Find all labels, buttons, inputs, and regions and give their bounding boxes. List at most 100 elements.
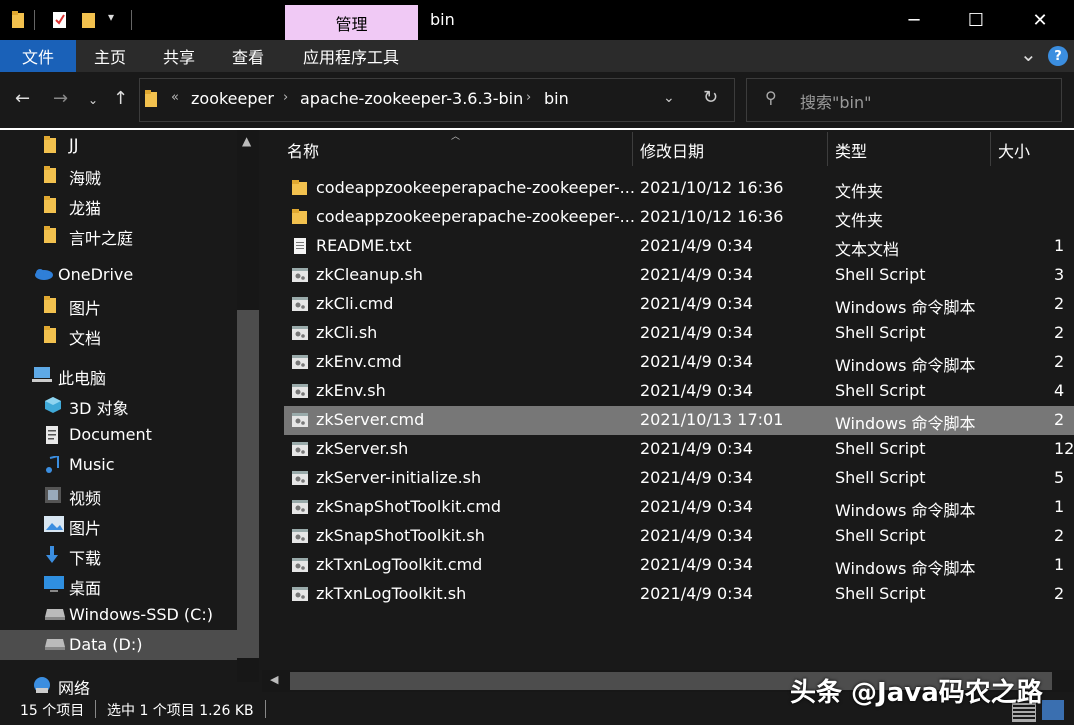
table-row[interactable]: zkCli.sh 2021/4/9 0:34 Shell Script 2 (284, 319, 1074, 348)
sidebar-item-label: Data (D:) (69, 635, 143, 654)
recent-locations-chevron-icon[interactable]: ⌄ (88, 93, 98, 107)
sidebar-item[interactable]: JJ (0, 130, 237, 160)
tab-view[interactable]: 查看 (232, 40, 264, 72)
column-header-type[interactable]: 类型 (835, 138, 867, 162)
table-row[interactable]: zkSnapShotToolkit.cmd 2021/4/9 0:34 Window… (284, 493, 1074, 522)
maximize-button[interactable]: ☐ (946, 0, 1006, 40)
address-dropdown-icon[interactable]: ⌄ (663, 90, 675, 106)
file-name: zkTxnLogToolkit.cmd (316, 555, 483, 574)
properties-icon[interactable] (53, 11, 67, 29)
file-name: zkTxnLogToolkit.sh (316, 584, 467, 603)
sidebar-item-label: 图片 (69, 519, 102, 538)
sidebar-item[interactable]: 此电脑 (0, 360, 237, 390)
sidebar-item[interactable]: OneDrive (0, 260, 237, 290)
forward-arrow-icon[interactable]: → (53, 88, 68, 109)
ribbon-tab-bar (0, 40, 1074, 72)
file-name: zkEnv.sh (316, 381, 386, 400)
sidebar-item[interactable]: 海贼 (0, 160, 237, 190)
folder-icon (44, 136, 62, 153)
sidebar-item-label: 文档 (69, 329, 102, 348)
sidebar-item[interactable]: Data (D:) (0, 630, 237, 660)
table-row[interactable]: zkTxnLogToolkit.cmd 2021/4/9 0:34 Windows … (284, 551, 1074, 580)
folder-icon (44, 326, 62, 343)
sidebar-item[interactable]: 龙猫 (0, 190, 237, 220)
sidebar-item[interactable]: 3D 对象 (0, 390, 237, 420)
tab-share[interactable]: 共享 (163, 40, 195, 72)
column-header-date[interactable]: 修改日期 (640, 138, 704, 162)
table-row[interactable]: zkSnapShotToolkit.sh 2021/4/9 0:34 Shell S… (284, 522, 1074, 551)
new-folder-icon[interactable] (82, 11, 96, 29)
file-size: 4 (1054, 381, 1065, 400)
file-type: Shell Script (835, 526, 926, 545)
refresh-icon[interactable]: ↻ (703, 87, 718, 108)
column-separator[interactable] (990, 132, 991, 166)
table-row[interactable]: zkEnv.sh 2021/4/9 0:34 Shell Script 4 (284, 377, 1074, 406)
breadcrumb-chevron-icon[interactable]: › (526, 90, 531, 105)
search-placeholder: 搜索"bin" (800, 93, 872, 112)
file-type: Windows 命令脚本 (835, 559, 976, 578)
file-type: 文件夹 (835, 182, 884, 201)
up-arrow-icon[interactable]: ↑ (113, 88, 128, 109)
breadcrumb-zookeeper[interactable]: zookeeper (191, 89, 274, 108)
breadcrumb-overflow-icon[interactable]: « (171, 90, 179, 105)
sidebar-scroll-thumb[interactable] (237, 310, 259, 658)
file-name: codeappzookeeperapache-zookeeper-... (316, 207, 635, 226)
column-separator[interactable] (827, 132, 828, 166)
table-row[interactable]: README.txt 2021/4/9 0:34 文本文档 1 (284, 232, 1074, 261)
sidebar-item-label: 龙猫 (69, 199, 102, 218)
sidebar-item[interactable]: 视频 (0, 480, 237, 510)
table-row[interactable]: zkTxnLogToolkit.sh 2021/4/9 0:34 Shell Scr… (284, 580, 1074, 609)
sidebar-item[interactable]: Windows-SSD (C:) (0, 600, 237, 630)
scroll-up-icon[interactable]: ▲ (242, 134, 251, 148)
table-row[interactable]: zkCli.cmd 2021/4/9 0:34 Windows 命令脚本 2 (284, 290, 1074, 319)
sidebar-item[interactable]: Document (0, 420, 237, 450)
qat-dropdown-icon[interactable]: ▾ (108, 10, 114, 24)
breadcrumb-apache-zookeeper[interactable]: apache-zookeeper-3.6.3-bin (300, 89, 523, 108)
minimize-button[interactable]: ─ (884, 0, 944, 40)
file-date: 2021/10/13 17:01 (640, 410, 784, 429)
breadcrumb-chevron-icon[interactable]: › (283, 90, 288, 105)
help-button[interactable]: ? (1048, 46, 1068, 66)
column-header-size[interactable]: 大小 (998, 138, 1030, 162)
sidebar-item[interactable]: 文档 (0, 320, 237, 350)
sidebar-item[interactable]: 下载 (0, 540, 237, 570)
close-button[interactable]: ✕ (1010, 0, 1070, 40)
table-row[interactable]: codeappzookeeperapache-zookeeper-... 2021… (284, 174, 1074, 203)
table-row[interactable]: zkServer-initialize.sh 2021/4/9 0:34 Shell… (284, 464, 1074, 493)
column-separator[interactable] (632, 132, 633, 166)
back-arrow-icon[interactable]: ← (15, 88, 30, 109)
ribbon-collapse-icon[interactable]: ⌄ (1020, 42, 1037, 66)
table-row[interactable]: zkEnv.cmd 2021/4/9 0:34 Windows 命令脚本 2 (284, 348, 1074, 377)
watermark: 头条 @Java码农之路 (790, 678, 1043, 708)
table-row[interactable]: zkCleanup.sh 2021/4/9 0:34 Shell Script 3 (284, 261, 1074, 290)
file-date: 2021/10/12 16:36 (640, 207, 784, 226)
sidebar-item[interactable]: 图片 (0, 290, 237, 320)
file-name: zkServer.cmd (316, 410, 425, 429)
tab-application-tools[interactable]: 应用程序工具 (303, 40, 399, 72)
tab-home[interactable]: 主页 (94, 40, 126, 72)
scroll-left-icon[interactable]: ◀ (270, 673, 278, 686)
file-type: Shell Script (835, 439, 926, 458)
file-name: zkSnapShotToolkit.sh (316, 526, 485, 545)
sidebar-item-label: 3D 对象 (69, 399, 129, 418)
sort-indicator-icon: ︿ (451, 132, 461, 142)
sidebar-item[interactable]: Music (0, 450, 237, 480)
sidebar-item[interactable]: 言叶之庭 (0, 220, 237, 250)
column-header-name[interactable]: 名称 (287, 138, 319, 162)
sidebar-item[interactable]: 图片 (0, 510, 237, 540)
status-item-count: 15 个项目 (20, 703, 85, 719)
file-date: 2021/10/12 16:36 (640, 178, 784, 197)
file-name: zkServer.sh (316, 439, 409, 458)
breadcrumb-bin[interactable]: bin (544, 89, 569, 108)
large-icons-view-icon[interactable] (1042, 700, 1064, 720)
table-row[interactable]: codeappzookeeperapache-zookeeper-... 2021… (284, 203, 1074, 232)
tab-file[interactable]: 文件 (0, 40, 76, 72)
video-icon (44, 486, 62, 503)
table-row[interactable]: zkServer.sh 2021/4/9 0:34 Shell Script 12 (284, 435, 1074, 464)
file-name: zkServer-initialize.sh (316, 468, 482, 487)
sidebar-item[interactable]: 桌面 (0, 570, 237, 600)
table-row[interactable]: zkServer.cmd 2021/10/13 17:01 Windows 命令脚本… (284, 406, 1074, 435)
file-size: 2 (1054, 584, 1065, 603)
context-tab-manage[interactable]: 管理 (285, 5, 418, 40)
search-input[interactable] (746, 78, 1062, 122)
